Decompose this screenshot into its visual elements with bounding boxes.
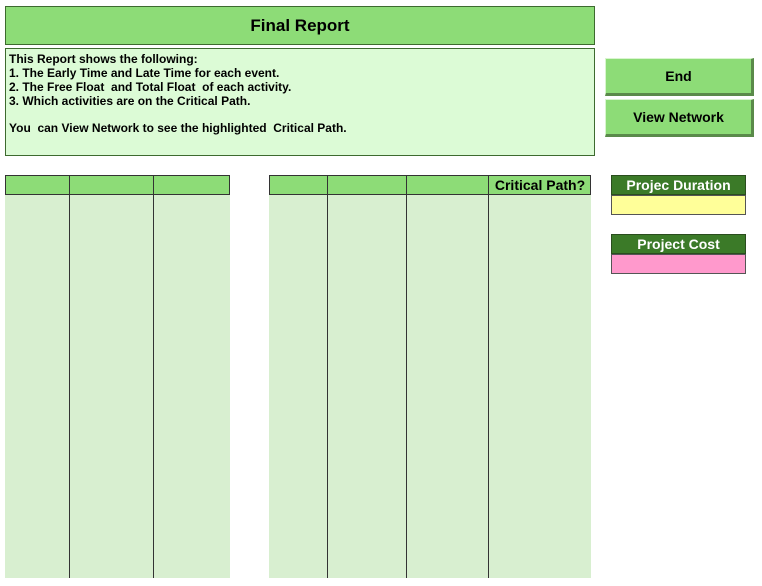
activities-col-divider <box>488 175 489 578</box>
info-line-3: 2. The Free Float and Total Float of eac… <box>9 80 292 94</box>
events-col-divider <box>153 175 154 578</box>
info-line-4: 3. Which activities are on the Critical … <box>9 94 251 108</box>
activities-col-divider <box>406 175 407 578</box>
info-line-2: 1. The Early Time and Late Time for each… <box>9 66 280 80</box>
project-cost-label: Project Cost <box>611 234 746 254</box>
project-duration-value <box>611 195 746 215</box>
end-button[interactable]: End <box>605 58 754 96</box>
project-duration-label: Projec Duration <box>611 175 746 195</box>
view-network-button[interactable]: View Network <box>605 99 754 137</box>
events-table-header <box>5 175 230 195</box>
critical-path-header: Critical Path? <box>494 177 586 193</box>
page-title: Final Report <box>5 6 595 45</box>
activities-col-divider <box>327 175 328 578</box>
project-cost-value <box>611 254 746 274</box>
report-description: This Report shows the following: 1. The … <box>5 48 595 156</box>
info-line-1: This Report shows the following: <box>9 52 198 66</box>
events-col-divider <box>69 175 70 578</box>
info-line-5: You can View Network to see the highligh… <box>9 121 347 135</box>
events-table <box>5 175 230 578</box>
activities-table: Critical Path? <box>269 175 591 578</box>
